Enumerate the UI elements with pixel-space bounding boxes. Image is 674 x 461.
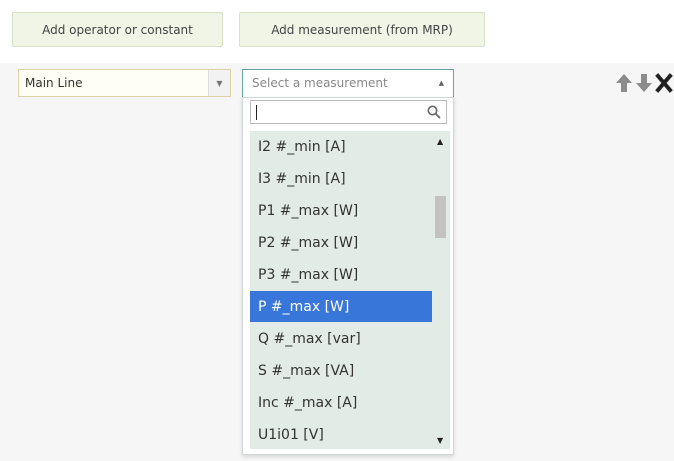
scroll-up-arrow-icon[interactable]: ▲ xyxy=(437,137,443,146)
add-measurement-button[interactable]: Add measurement (from MRP) xyxy=(239,12,485,47)
option-label: Q #_max [var] xyxy=(258,330,361,347)
scroll-down-arrow-icon[interactable]: ▼ xyxy=(437,436,443,445)
scrollbar[interactable]: ▲ ▼ xyxy=(432,131,450,449)
option-label: I3 #_min [A] xyxy=(258,170,346,187)
list-item[interactable]: Inc #_max [A] xyxy=(250,387,432,418)
search-icon xyxy=(427,105,441,119)
list-item[interactable]: P2 #_max [W] xyxy=(250,227,432,258)
top-toolbar: Add operator or constant Add measurement… xyxy=(0,0,674,63)
measurement-dropdown: I2 #_min [A] I3 #_min [A] P1 #_max [W] P… xyxy=(242,97,454,455)
close-icon[interactable] xyxy=(655,73,673,93)
option-label: U1i01 [V] xyxy=(258,426,324,443)
search-input[interactable] xyxy=(250,100,447,124)
list-item[interactable]: I3 #_min [A] xyxy=(250,163,432,194)
option-label: P1 #_max [W] xyxy=(258,202,359,219)
line-select-value: Main Line xyxy=(25,76,83,90)
line-select[interactable]: Main Line ▼ xyxy=(18,69,231,97)
measurement-select[interactable]: Select a measurement ▲ xyxy=(242,69,454,97)
option-label: I2 #_min [A] xyxy=(258,138,346,155)
add-operator-button[interactable]: Add operator or constant xyxy=(12,12,223,47)
list-item[interactable]: P3 #_max [W] xyxy=(250,259,432,290)
option-label: P2 #_max [W] xyxy=(258,234,359,251)
option-label: P3 #_max [W] xyxy=(258,266,359,283)
scrollbar-thumb[interactable] xyxy=(435,196,446,238)
list-item-selected[interactable]: P #_max [W] xyxy=(250,291,432,322)
list-item[interactable]: U1i01 [V] xyxy=(250,419,432,449)
list-item[interactable]: P1 #_max [W] xyxy=(250,195,432,226)
list-item[interactable]: I2 #_min [A] xyxy=(250,131,432,162)
list-item[interactable]: S #_max [VA] xyxy=(250,355,432,386)
list-item[interactable]: Q #_max [var] xyxy=(250,323,432,354)
arrow-down-icon[interactable] xyxy=(635,73,653,93)
measurement-select-placeholder: Select a measurement xyxy=(252,76,388,90)
arrow-up-icon[interactable] xyxy=(615,73,633,93)
option-label: S #_max [VA] xyxy=(258,362,355,379)
option-label: Inc #_max [A] xyxy=(258,394,358,411)
text-cursor xyxy=(256,105,257,120)
option-label: P #_max [W] xyxy=(258,298,350,315)
option-list[interactable]: I2 #_min [A] I3 #_min [A] P1 #_max [W] P… xyxy=(250,131,450,449)
row-actions xyxy=(615,71,673,95)
chevron-down-icon[interactable]: ▼ xyxy=(208,70,230,96)
chevron-up-icon: ▲ xyxy=(438,79,444,87)
